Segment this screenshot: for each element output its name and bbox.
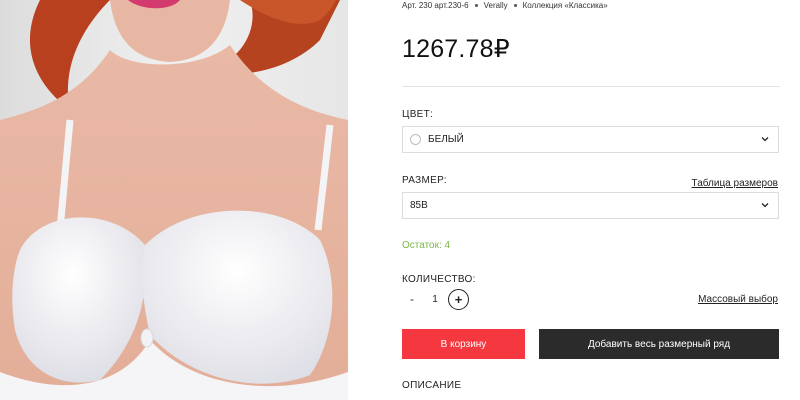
- quantity-decrease-button[interactable]: -: [402, 289, 422, 309]
- product-info-panel: Арт. 230 арт.230-6 Verally Коллекция «Кл…: [402, 0, 780, 400]
- bulk-select-link[interactable]: Массовый выбор: [698, 294, 778, 305]
- separator-dot-icon: [513, 4, 517, 7]
- divider: [402, 86, 780, 87]
- color-swatch-icon: [410, 134, 421, 145]
- quantity-label: КОЛИЧЕСТВО:: [402, 274, 476, 285]
- quantity-stepper: - 1 +: [402, 288, 469, 310]
- product-price: 1267.78₽: [402, 35, 510, 63]
- size-label: РАЗМЕР:: [402, 175, 447, 186]
- separator-dot-icon: [474, 4, 478, 7]
- product-image[interactable]: [0, 0, 348, 400]
- size-select[interactable]: 85B: [402, 192, 779, 219]
- article-number: Арт. 230 арт.230-6: [402, 1, 469, 10]
- product-meta: Арт. 230 арт.230-6 Verally Коллекция «Кл…: [402, 1, 608, 10]
- description-heading[interactable]: ОПИСАНИЕ: [402, 380, 461, 391]
- color-select[interactable]: БЕЛЫЙ: [402, 126, 779, 153]
- chevron-down-icon: [761, 137, 769, 142]
- stock-status: Остаток: 4: [402, 240, 451, 251]
- size-select-value: 85B: [410, 200, 428, 211]
- color-label: ЦВЕТ:: [402, 109, 434, 120]
- add-size-row-button[interactable]: Добавить весь размерный ряд: [539, 329, 779, 359]
- collection-link[interactable]: Коллекция «Классика»: [523, 1, 608, 10]
- color-select-value: БЕЛЫЙ: [428, 134, 464, 145]
- quantity-value[interactable]: 1: [422, 294, 448, 305]
- brand-link[interactable]: Verally: [484, 1, 508, 10]
- product-photo-illustration: [0, 0, 348, 400]
- chevron-down-icon: [761, 203, 769, 208]
- size-table-link[interactable]: Таблица размеров: [692, 178, 778, 189]
- add-to-cart-button[interactable]: В корзину: [402, 329, 525, 359]
- quantity-increase-button[interactable]: +: [448, 288, 469, 310]
